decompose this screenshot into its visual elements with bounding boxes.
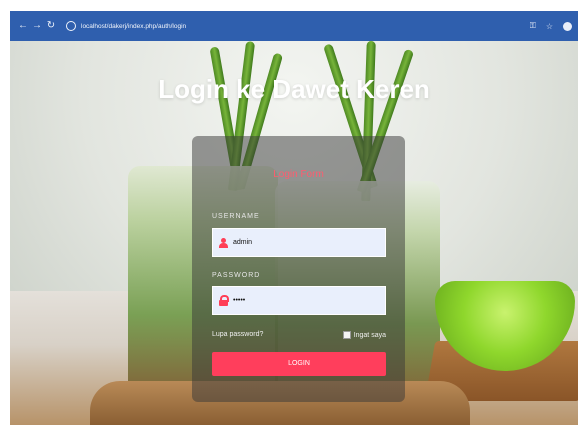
remember-me-label: Ingat saya (353, 331, 386, 339)
forward-icon[interactable]: → (30, 21, 44, 31)
login-button[interactable]: LOGIN (212, 352, 386, 376)
username-label: USERNAME (212, 213, 260, 220)
address-bar[interactable]: localhost/dakerj/index.php/auth/login (66, 17, 186, 35)
login-panel: Login Form USERNAME admin PASSWORD •••••… (192, 136, 405, 402)
key-icon[interactable]: ⚿ (530, 21, 536, 31)
login-form-title: Login Form (273, 169, 324, 180)
password-label: PASSWORD (212, 272, 261, 279)
username-value[interactable]: admin (233, 239, 252, 246)
username-field[interactable]: admin (212, 228, 386, 257)
star-icon[interactable]: ☆ (546, 22, 553, 31)
reload-icon[interactable]: ↻ (44, 21, 58, 31)
browser-toolbar: ← → ↻ localhost/dakerj/index.php/auth/lo… (10, 11, 578, 41)
password-value[interactable]: ••••• (233, 297, 245, 304)
password-field[interactable]: ••••• (212, 286, 386, 315)
lock-icon (213, 295, 233, 306)
site-info-icon[interactable] (66, 21, 76, 31)
remember-me[interactable]: Ingat saya (342, 331, 386, 339)
remember-me-checkbox[interactable] (342, 331, 351, 339)
forgot-password-link[interactable]: Lupa password? (212, 331, 263, 338)
profile-icon[interactable] (563, 21, 572, 31)
back-icon[interactable]: ← (16, 21, 30, 31)
page-title: Login ke Dawet Keren (158, 74, 430, 104)
user-icon (213, 237, 233, 248)
url-text[interactable]: localhost/dakerj/index.php/auth/login (81, 23, 186, 30)
